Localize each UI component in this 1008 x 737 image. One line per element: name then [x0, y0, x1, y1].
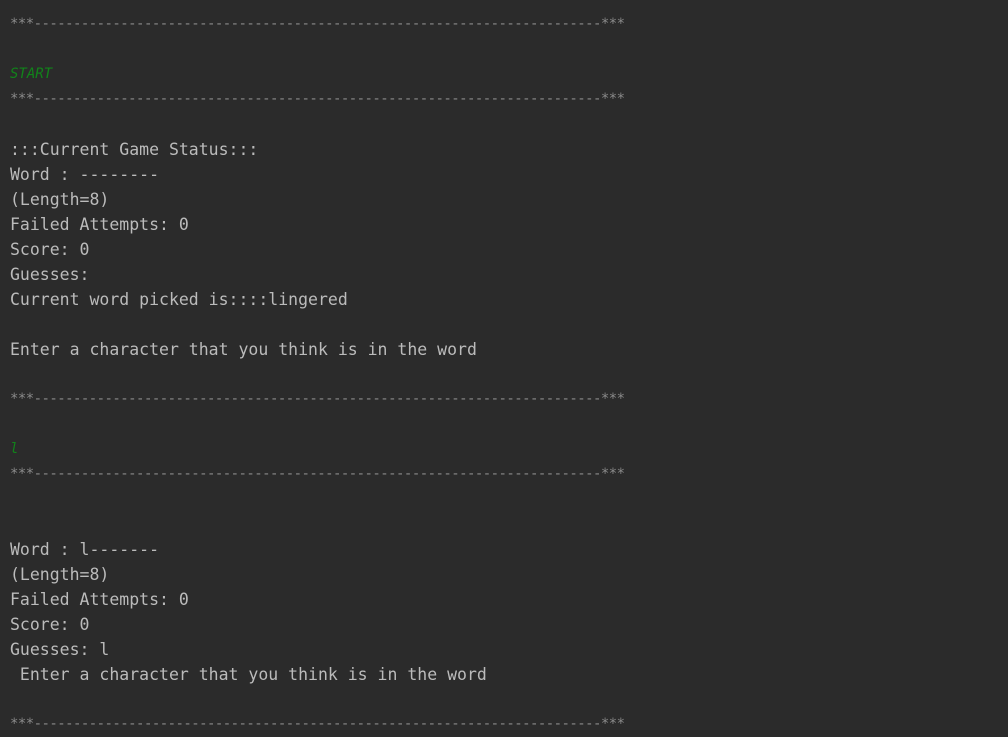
user-input-guess: l [10, 441, 19, 457]
game-status-header: :::Current Game Status::: [10, 140, 259, 159]
failed-attempts: Failed Attempts: 0 [10, 215, 189, 234]
separator-line: ***-------------------------------------… [10, 391, 625, 407]
separator-line: ***-------------------------------------… [10, 91, 625, 107]
separator-line: ***-------------------------------------… [10, 466, 625, 482]
console-output[interactable]: ***-------------------------------------… [10, 12, 1000, 737]
user-input-start: START [10, 66, 53, 82]
word-length: (Length=8) [10, 565, 110, 584]
separator-line: ***-------------------------------------… [10, 16, 625, 32]
current-word-picked: Current word picked is::::lingered [10, 290, 348, 309]
word-length: (Length=8) [10, 190, 110, 209]
input-prompt: Enter a character that you think is in t… [10, 340, 477, 359]
score: Score: 0 [10, 615, 90, 634]
input-prompt: Enter a character that you think is in t… [10, 665, 487, 684]
guesses: Guesses: l [10, 640, 110, 659]
guesses: Guesses: [10, 265, 90, 284]
word-display: Word : -------- [10, 165, 160, 184]
word-display: Word : l------- [10, 540, 160, 559]
separator-line: ***-------------------------------------… [10, 716, 625, 732]
failed-attempts: Failed Attempts: 0 [10, 590, 189, 609]
score: Score: 0 [10, 240, 90, 259]
